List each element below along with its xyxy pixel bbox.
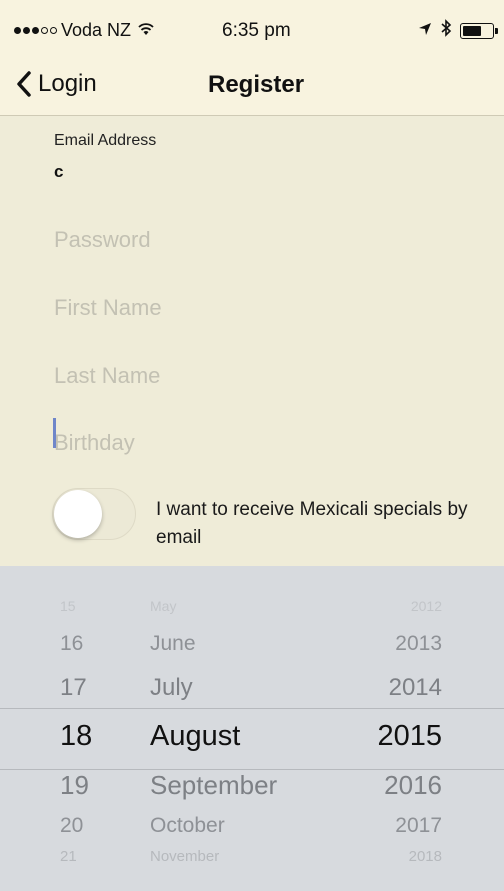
bluetooth-icon (440, 19, 452, 42)
picker-day[interactable]: 17 (60, 674, 87, 702)
carrier-info: Voda NZ (14, 20, 155, 41)
picker-day[interactable]: 16 (60, 632, 83, 656)
chevron-left-icon (17, 71, 31, 97)
navigation-bar: Login Register (0, 56, 504, 116)
picker-year[interactable]: 2014 (389, 674, 442, 702)
location-arrow-icon (418, 20, 432, 41)
status-time: 6:35 pm (222, 20, 291, 41)
first-name-field[interactable] (54, 288, 474, 328)
picker-month[interactable]: November (150, 848, 219, 865)
picker-month[interactable]: September (150, 770, 277, 801)
register-form: Email Address c I want to receive Mexica… (0, 116, 504, 566)
battery-icon (460, 22, 498, 39)
picker-year[interactable]: 2018 (409, 848, 442, 865)
status-bar: Voda NZ 6:35 pm (0, 0, 504, 56)
picker-day[interactable]: 15 (60, 598, 76, 614)
picker-day[interactable]: 18 (60, 720, 92, 753)
email-label: Email Address (54, 132, 157, 149)
password-field[interactable] (54, 220, 474, 260)
picker-year[interactable]: 2012 (411, 598, 442, 614)
picker-year[interactable]: 2016 (384, 770, 442, 801)
wifi-icon (137, 20, 155, 41)
text-cursor (53, 418, 56, 448)
picker-day[interactable]: 21 (60, 848, 77, 865)
picker-year[interactable]: 2017 (395, 814, 442, 838)
email-field[interactable]: c (54, 162, 63, 182)
back-button-label: Login (38, 70, 97, 97)
picker-month[interactable]: May (150, 598, 176, 614)
birthday-field[interactable] (54, 423, 474, 463)
picker-month[interactable]: July (150, 674, 193, 702)
page-title: Register (208, 71, 305, 98)
picker-month[interactable]: August (150, 720, 240, 753)
picker-day[interactable]: 19 (60, 770, 89, 801)
picker-year[interactable]: 2015 (377, 720, 442, 753)
status-icons (418, 19, 498, 42)
newsletter-toggle[interactable] (52, 488, 136, 540)
signal-strength-icon (14, 27, 57, 34)
picker-month[interactable]: June (150, 632, 196, 656)
newsletter-label: I want to receive Mexicali specials by e… (156, 499, 468, 548)
picker-year[interactable]: 2013 (395, 632, 442, 656)
last-name-field[interactable] (54, 356, 474, 396)
date-picker[interactable]: 15 May 2012 16 June 2013 17 July 2014 18… (0, 566, 504, 891)
picker-day[interactable]: 20 (60, 814, 83, 838)
picker-month[interactable]: October (150, 814, 225, 838)
toggle-knob (54, 490, 102, 538)
carrier-name: Voda NZ (61, 20, 132, 40)
back-button[interactable]: Login (16, 64, 97, 104)
